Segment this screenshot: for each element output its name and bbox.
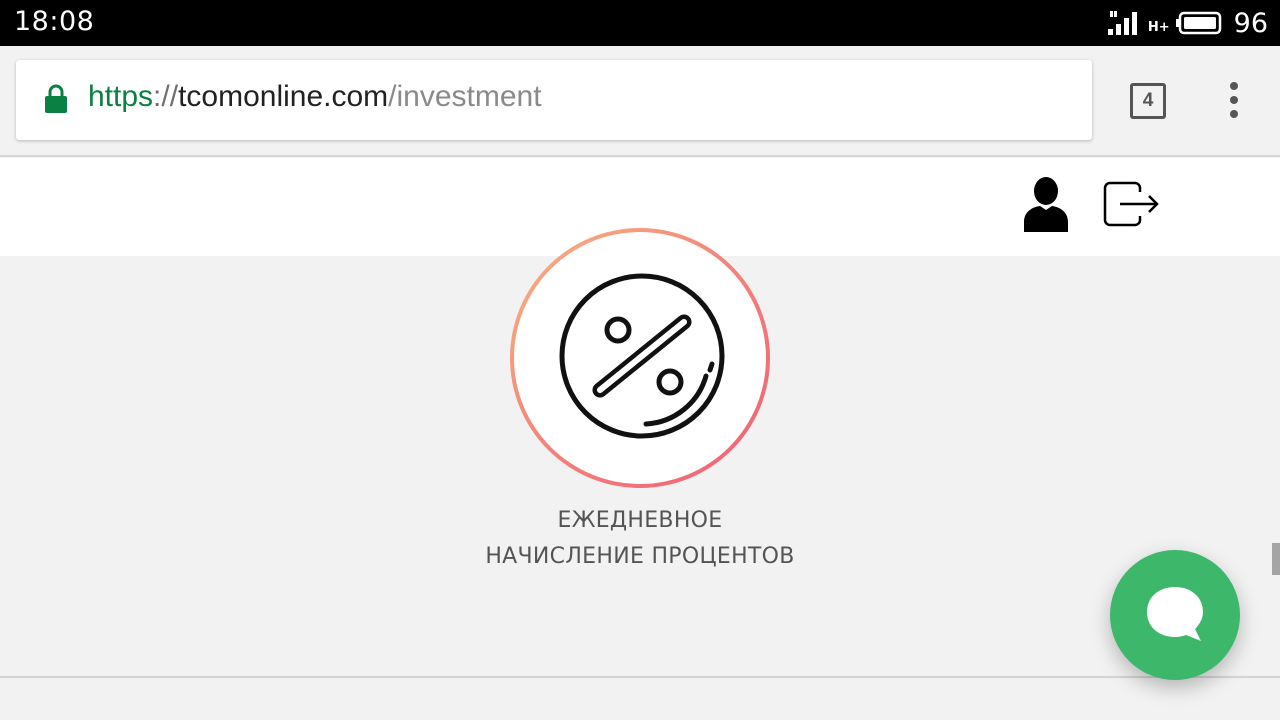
battery-icon	[1175, 11, 1221, 35]
status-time: 18:08	[14, 6, 95, 37]
url-path: /investment	[388, 80, 542, 113]
chat-bubble-icon	[1147, 587, 1203, 641]
chat-button[interactable]	[1110, 550, 1240, 680]
browser-toolbar: https://tcomonline.com/investment 4	[0, 46, 1280, 157]
feature-daily-interest: ЕЖЕДНЕВНОЕ НАЧИСЛЕНИЕ ПРОЦЕНТОВ	[0, 228, 1280, 676]
browser-menu-button[interactable]	[1222, 82, 1246, 118]
tab-switcher-button[interactable]: 4	[1130, 83, 1166, 119]
battery-level: 96	[1233, 7, 1268, 39]
feature-title-line1: ЕЖЕДНЕВНОЕ	[557, 508, 723, 533]
feature-title-line2: НАЧИСЛЕНИЕ ПРОЦЕНТОВ	[485, 544, 795, 569]
address-bar[interactable]: https://tcomonline.com/investment	[16, 60, 1092, 140]
logout-icon[interactable]	[1102, 180, 1162, 228]
network-type: H+	[1147, 19, 1170, 35]
status-bar: 18:08 H+ 96	[0, 0, 1280, 46]
status-icons: H+ 96	[1106, 6, 1268, 40]
url-scheme: https	[88, 80, 154, 113]
url-host: tcomonline.com	[178, 80, 389, 113]
section-divider	[0, 676, 1280, 678]
lock-icon	[45, 84, 67, 113]
url-separator: ://	[153, 80, 179, 113]
icon-ring	[510, 228, 770, 488]
tab-count: 4	[1142, 90, 1154, 111]
signal-icon	[1107, 11, 1137, 35]
url-text[interactable]: https://tcomonline.com/investment	[88, 80, 542, 114]
percent-icon	[559, 273, 725, 439]
user-icon[interactable]	[1022, 176, 1070, 234]
scrollbar-thumb[interactable]	[1272, 543, 1280, 575]
